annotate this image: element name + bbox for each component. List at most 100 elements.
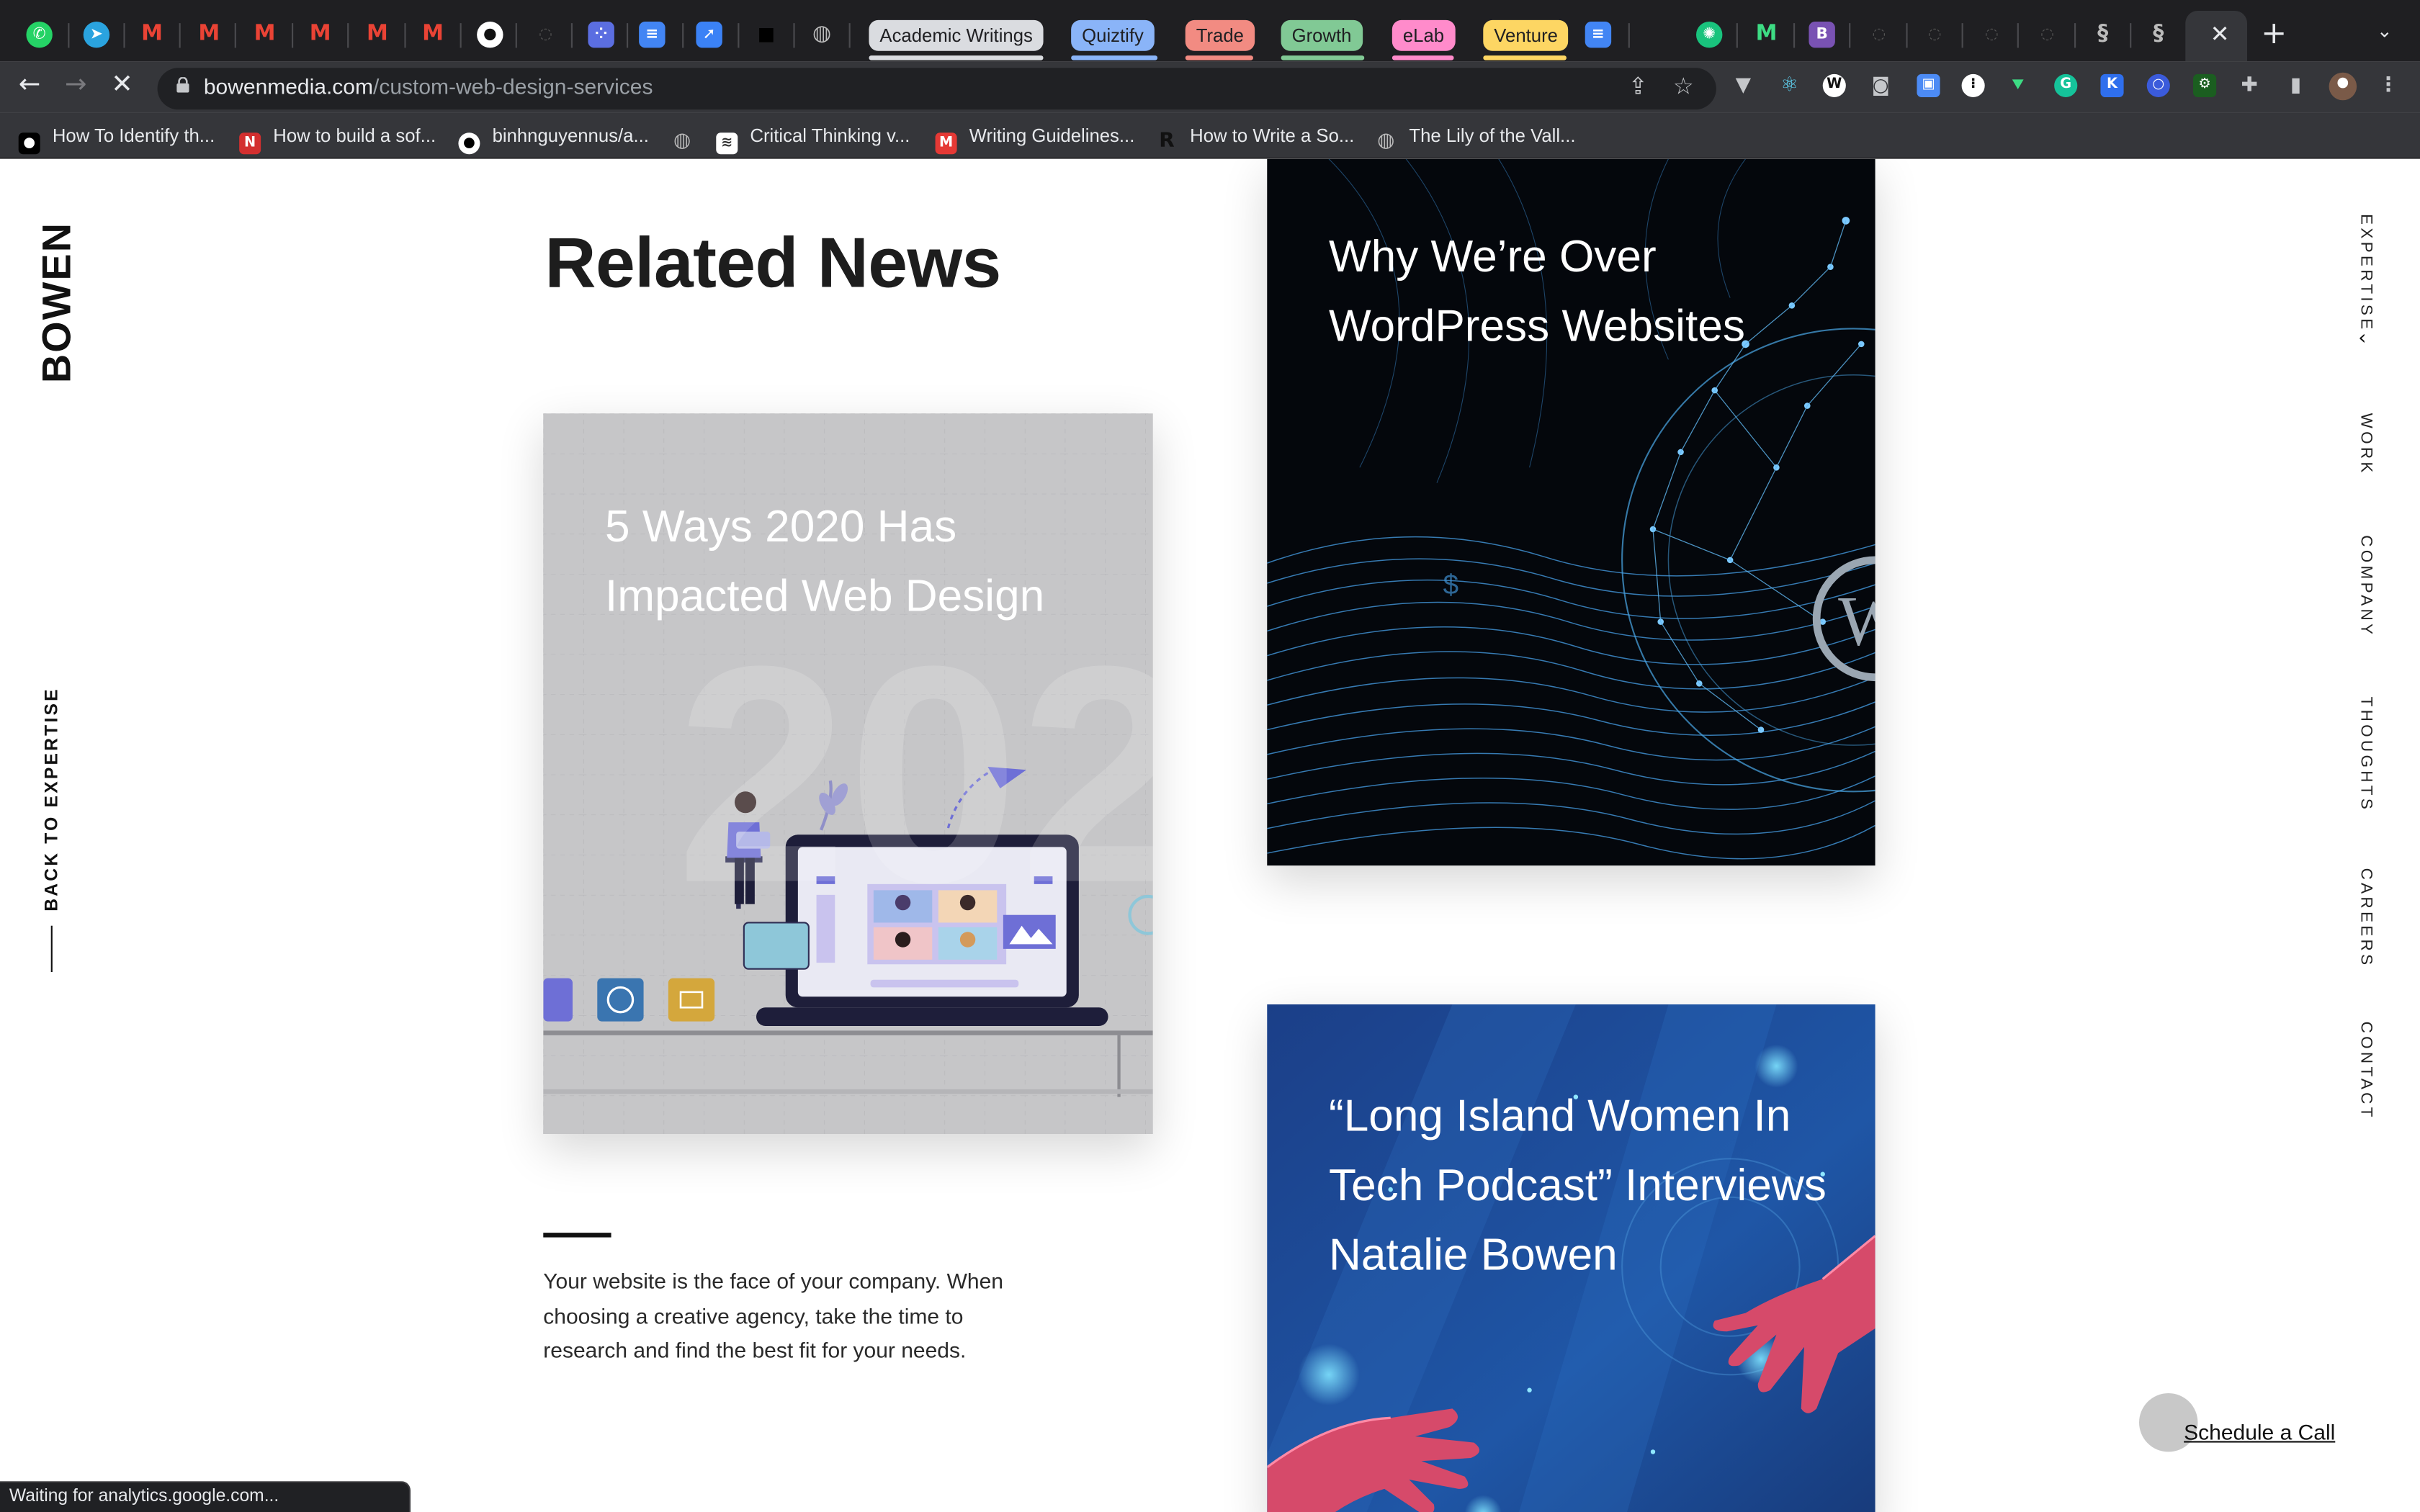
bookmark-item[interactable]: M Writing Guidelines...: [935, 123, 1135, 155]
forward-arrow-icon[interactable]: →: [65, 69, 87, 100]
bowen-icon[interactable]: §: [2146, 22, 2172, 48]
bookmark-label: Critical Thinking v...: [750, 125, 910, 147]
kebab-menu-icon[interactable]: ⋮: [2377, 74, 2400, 97]
puzzle-extensions-icon[interactable]: ✚: [2238, 74, 2261, 97]
loading-tab-icon[interactable]: ◌: [1922, 22, 1948, 48]
docs-icon[interactable]: ≡: [639, 22, 666, 48]
globe-icon[interactable]: ◍: [809, 22, 835, 48]
bookmark-item[interactable]: ● How To Identify th...: [18, 123, 215, 155]
stop-loading-icon[interactable]: ✕: [111, 69, 133, 100]
nav-company[interactable]: COMPANY: [2351, 535, 2382, 638]
url-text[interactable]: bowenmedia.com/custom-web-design-service…: [204, 74, 653, 99]
github-icon[interactable]: ●: [477, 22, 503, 48]
bootstrap-icon[interactable]: B: [1809, 22, 1835, 48]
tab-group-underline: [1392, 55, 1454, 60]
screenshot-extension-icon[interactable]: ▣: [1917, 73, 1940, 97]
bookmark-item[interactable]: ● binhnguyennus/a...: [458, 123, 649, 155]
gmail-icon[interactable]: M: [364, 22, 390, 48]
bookmark-star-icon[interactable]: ☆: [1673, 73, 1694, 101]
loading-tab-icon[interactable]: ◌: [532, 22, 558, 48]
openai-icon[interactable]: ✺: [1696, 22, 1723, 48]
bookmark-item[interactable]: N How to build a sof...: [239, 123, 436, 155]
tab-group-elab[interactable]: eLab: [1392, 19, 1456, 51]
gear-extension-icon[interactable]: ⚙: [2193, 73, 2217, 97]
tab-search-chevron-icon[interactable]: ⌄: [2377, 20, 2393, 42]
news-card-watermark: 2020: [676, 603, 1153, 948]
tab-group-underline: [1185, 55, 1253, 60]
medium-m-icon[interactable]: M: [1753, 22, 1779, 48]
chevron-left-icon[interactable]: ‹: [2358, 327, 2366, 350]
gmail-icon[interactable]: M: [307, 22, 333, 48]
profile-avatar-icon[interactable]: ●: [2329, 72, 2357, 101]
wappalyzer-extension-icon[interactable]: W: [1822, 73, 1846, 97]
tab-group-underline: [869, 55, 1044, 60]
ring-extension-icon[interactable]: ○: [2146, 73, 2170, 97]
loading-tab-icon[interactable]: ◌: [2034, 22, 2060, 48]
tab-separator: [404, 23, 406, 48]
url-host: bowenmedia.com: [203, 73, 374, 99]
tab-group-academic-writings[interactable]: Academic Writings: [869, 19, 1044, 51]
vue-green-extension-icon[interactable]: ⯆: [2007, 74, 2030, 97]
schedule-call-link[interactable]: Schedule a Call: [2184, 1419, 2335, 1444]
bookmark-label: binhnguyennus/a...: [492, 125, 649, 147]
bookmark-item[interactable]: ≋ Critical Thinking v...: [716, 123, 910, 155]
bookmark-item[interactable]: ◍ The Lily of the Vall...: [1375, 123, 1575, 153]
news-card-2020[interactable]: 2020 5 Ways 2020 Has Impacted Web Design: [543, 413, 1153, 1134]
nav-expertise[interactable]: EXPERTISE: [2351, 214, 2382, 332]
black-square-icon[interactable]: ■: [753, 22, 779, 48]
gmail-icon[interactable]: M: [139, 22, 165, 48]
bookmark-item[interactable]: R How to Write a So...: [1156, 123, 1354, 153]
whatsapp-icon[interactable]: ✆: [26, 22, 53, 48]
grammarly-extension-icon[interactable]: G: [2054, 73, 2078, 97]
tab-separator: [627, 23, 629, 48]
tab-separator: [1849, 23, 1851, 48]
camera-extension-icon[interactable]: ◙: [1869, 74, 1892, 97]
bookmark-item[interactable]: ◍: [671, 123, 705, 152]
bowen-icon[interactable]: §: [2089, 22, 2115, 48]
gmail-icon[interactable]: M: [196, 22, 222, 48]
bowen-logo[interactable]: BOWEN: [33, 217, 80, 387]
k-extension-icon[interactable]: K: [2100, 73, 2124, 97]
nav-thoughts[interactable]: THOUGHTS: [2351, 697, 2382, 813]
nav-label: COMPANY: [2357, 535, 2375, 638]
github-icon: ●: [458, 132, 480, 155]
nav-label: CAREERS: [2357, 868, 2375, 968]
loading-tab-icon[interactable]: ◌: [1866, 22, 1892, 48]
bookmark-label: How to build a sof...: [273, 125, 436, 147]
back-to-expertise-link[interactable]: BACK TO EXPERTISE: [24, 683, 80, 914]
gmail-icon[interactable]: M: [420, 22, 446, 48]
nav-careers[interactable]: CAREERS: [2351, 868, 2382, 968]
react-extension-icon[interactable]: ⚛: [1778, 74, 1801, 97]
close-tab-icon[interactable]: ✕: [2210, 20, 2230, 48]
bookmark-label: Writing Guidelines...: [969, 125, 1135, 147]
tab-separator: [1628, 23, 1630, 48]
news-card-wordpress[interactable]: W $ Why We’re Over WordPress Websites: [1267, 158, 1876, 866]
news-card-podcast[interactable]: “Long Island Women In Tech Podcast” Inte…: [1267, 1004, 1876, 1512]
side-panel-icon[interactable]: ▮: [2284, 74, 2307, 97]
back-arrow-icon[interactable]: ←: [19, 69, 41, 100]
gmail-icon[interactable]: M: [251, 22, 277, 48]
loading-tab-icon[interactable]: ◌: [1978, 22, 2004, 48]
tab-group-venture[interactable]: Venture: [1483, 19, 1569, 51]
tab-separator: [1961, 23, 1963, 48]
new-tab-icon[interactable]: +: [2261, 14, 2287, 50]
news-card-title: Why We’re Over WordPress Websites: [1329, 233, 1745, 352]
tab-separator: [2074, 23, 2076, 48]
telegram-icon[interactable]: ➤: [83, 22, 110, 48]
grid-app-icon[interactable]: ⁘: [588, 22, 614, 48]
share-icon[interactable]: ⇪: [1628, 73, 1648, 101]
nav-work[interactable]: WORK: [2351, 413, 2382, 476]
dots-extension-icon[interactable]: ⁝: [1961, 73, 1985, 97]
nav-contact[interactable]: CONTACT: [2351, 1021, 2382, 1120]
nav-label: CONTACT: [2357, 1021, 2375, 1120]
tab-group-underline: [1483, 55, 1567, 60]
tab-group-growth[interactable]: Growth: [1281, 19, 1363, 51]
vuejs-extension-icon[interactable]: ▼: [1731, 74, 1754, 97]
tab-group-trade[interactable]: Trade: [1185, 19, 1255, 51]
rocket-icon[interactable]: ➚: [696, 22, 722, 48]
docs-icon[interactable]: ≡: [1585, 22, 1612, 48]
tab-group-quiztify[interactable]: Quiztify: [1071, 19, 1155, 51]
tab-separator: [123, 23, 125, 48]
tab-separator: [68, 23, 70, 48]
card-excerpt: Your website is the face of your company…: [543, 1268, 1003, 1363]
